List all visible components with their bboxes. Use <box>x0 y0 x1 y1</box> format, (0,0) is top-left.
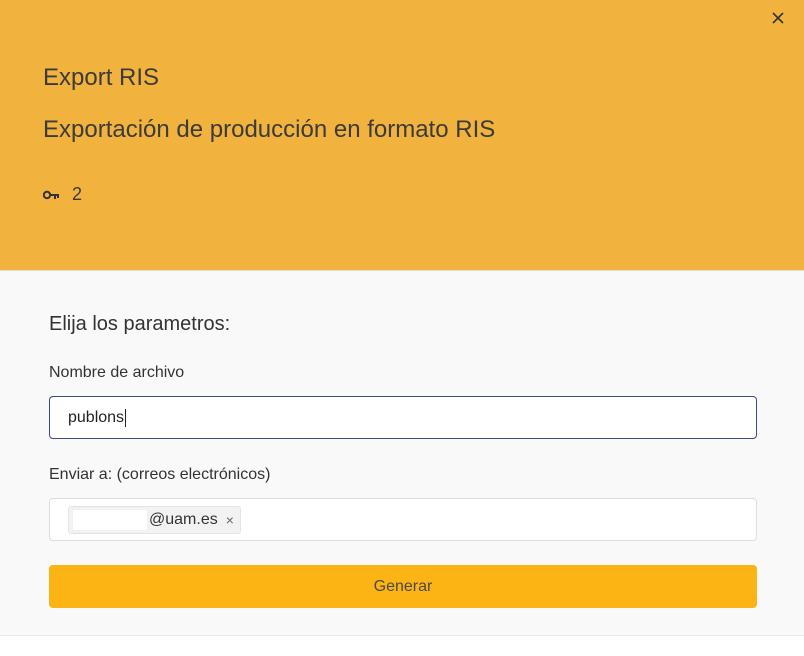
close-icon <box>772 11 784 29</box>
email-tag: @uam.es × <box>68 505 241 534</box>
filename-input[interactable]: publons <box>49 396 757 439</box>
email-recipients-field[interactable]: @uam.es × <box>49 498 757 541</box>
filename-value: publons <box>68 408 125 426</box>
parameters-heading: Elija los parametros: <box>49 313 231 335</box>
text-caret <box>125 408 127 427</box>
dialog-body: Elija los parametros: Nombre de archivo … <box>0 271 804 635</box>
key-icon <box>42 184 60 205</box>
email-label: Enviar a: (correos electrónicos) <box>49 466 271 483</box>
generate-button[interactable]: Generar <box>49 565 757 608</box>
key-count: 2 <box>72 184 83 204</box>
redacted-email-user <box>73 509 147 530</box>
dialog-footer <box>0 635 804 656</box>
export-ris-dialog: Export RIS Exportación de producción en … <box>0 0 804 656</box>
dialog-subtitle: Exportación de producción en formato RIS <box>43 116 496 143</box>
email-tag-remove-button[interactable]: × <box>226 512 234 528</box>
key-count-row: 2 <box>42 184 83 205</box>
filename-label: Nombre de archivo <box>49 364 185 381</box>
close-button[interactable] <box>768 10 788 30</box>
dialog-title: Export RIS <box>43 64 160 91</box>
email-tag-text: @uam.es <box>149 510 218 528</box>
dialog-header: Export RIS Exportación de producción en … <box>0 0 804 271</box>
